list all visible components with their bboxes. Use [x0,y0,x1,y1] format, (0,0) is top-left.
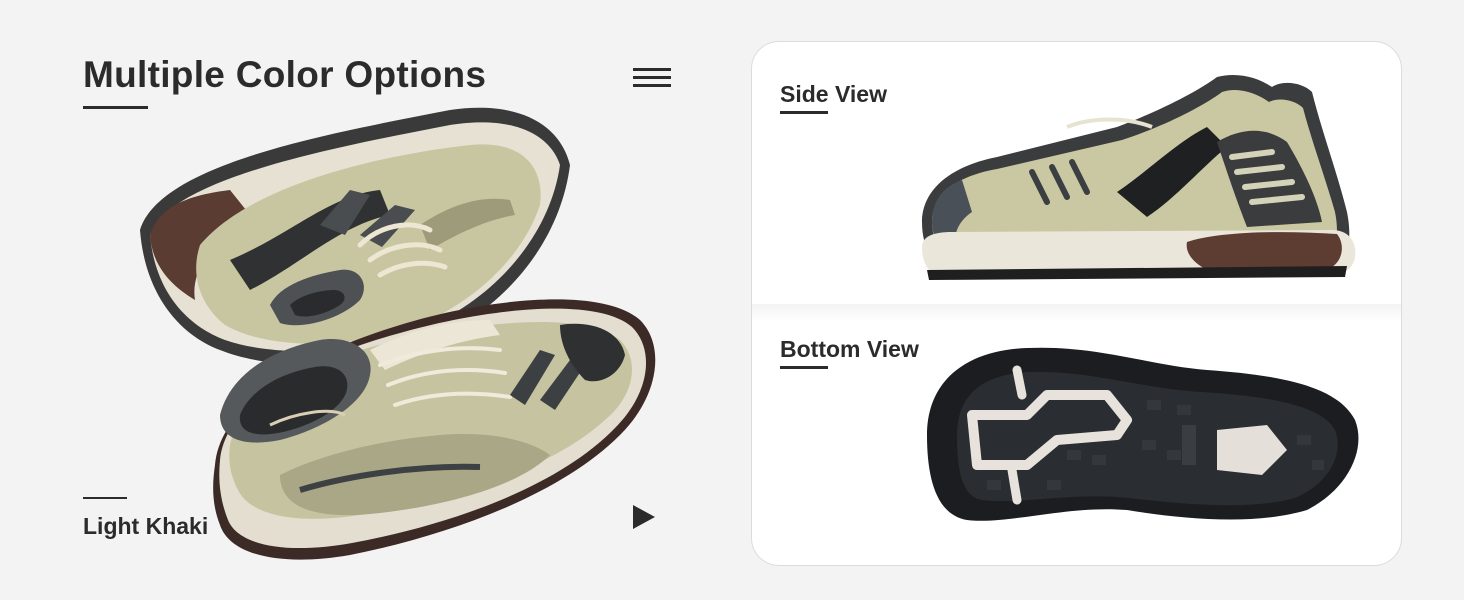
variant-dash [83,497,127,499]
side-view-label: Side View [780,81,887,107]
page-title: Multiple Color Options [83,54,487,95]
side-view-photo [922,75,1356,280]
views-card: Side View Bottom View [751,41,1402,566]
hamburger-menu-icon[interactable] [633,68,671,92]
product-photo-pair [140,107,656,560]
side-view-dash [780,111,828,114]
bottom-view-label: Bottom View [780,336,919,362]
variant-label: Light Khaki [83,513,209,539]
views-divider [752,304,1401,322]
bottom-view-dash [780,366,828,369]
bottom-view-photo [927,347,1359,521]
play-triangle-icon[interactable] [633,505,655,529]
